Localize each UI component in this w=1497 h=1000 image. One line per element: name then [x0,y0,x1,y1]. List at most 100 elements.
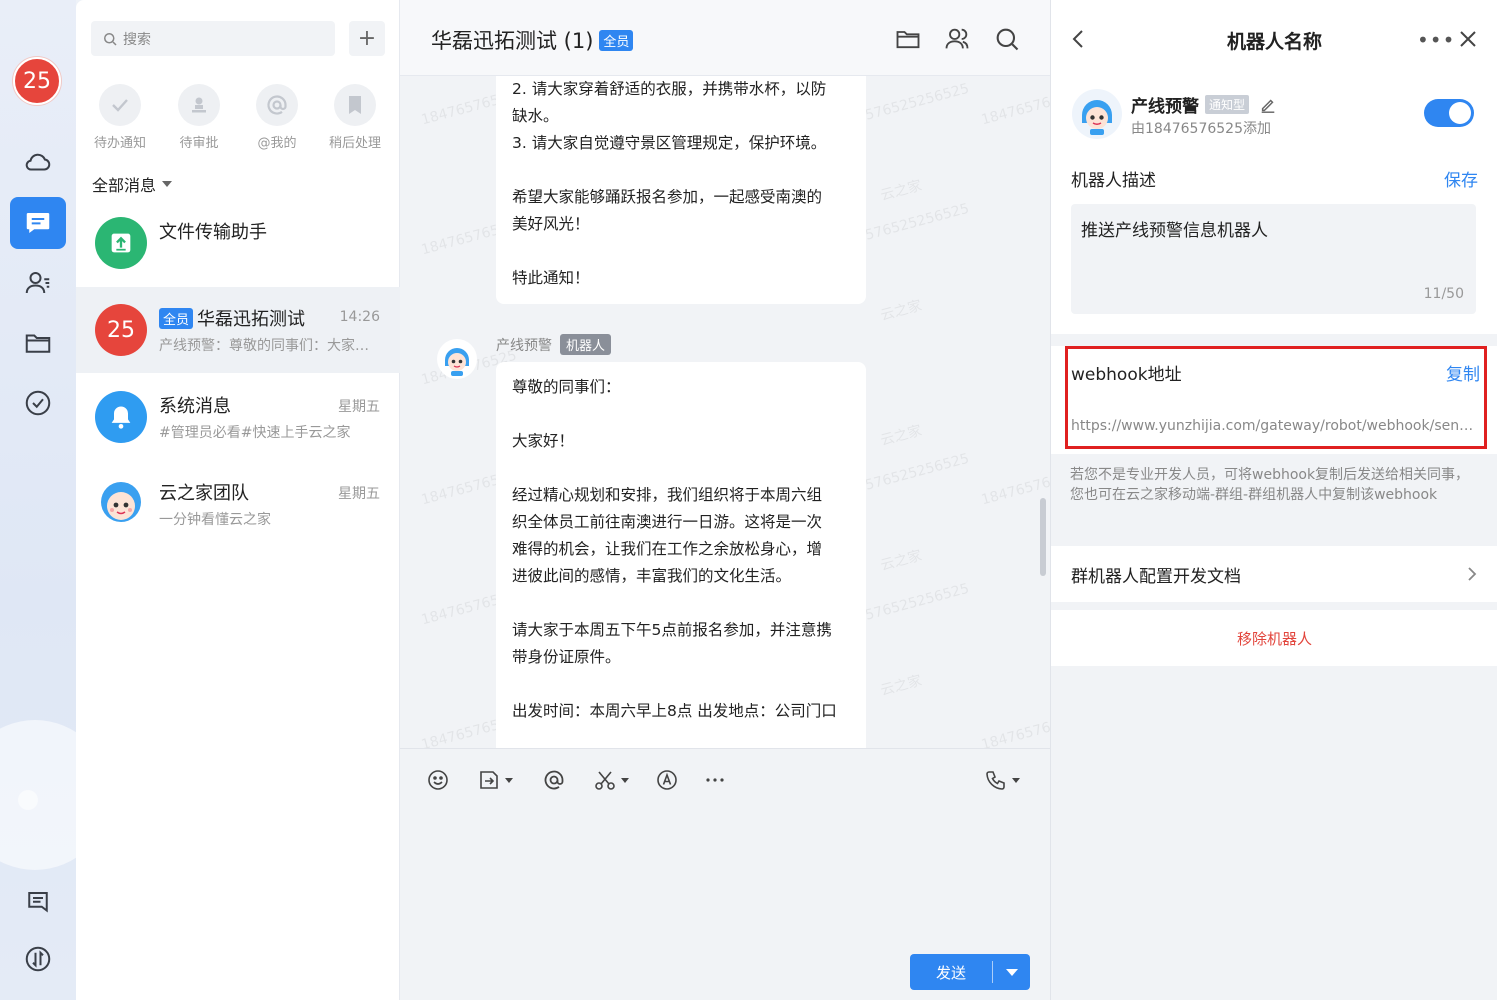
robot-enable-toggle[interactable] [1424,99,1474,127]
caret-down-icon [1005,968,1018,976]
watermark: 云之家 [878,547,924,575]
conversation-item[interactable]: 系统消息 星期五 #管理员必看#快速上手云之家 [76,374,400,460]
message-line: 美好风光！ [512,215,590,233]
message-line: 大家好！ [512,432,575,450]
message-line: 2. 请大家穿着舒适的衣服，并携带水杯，以防 [512,80,827,98]
user-avatar[interactable]: 25 [13,57,61,105]
robot-info-card: 机器人名称 ••• 产线预警 通知型 由18476576525添加 机器人描述 … [1051,0,1497,334]
robot-added-by: 由18476576525添加 [1131,121,1271,137]
check-icon [112,99,128,112]
more-options-button[interactable]: ••• [1417,28,1455,52]
mascot-icon [101,482,141,522]
conversation-preview: #管理员必看#快速上手云之家 [159,425,351,441]
search-icon[interactable] [993,25,1021,53]
add-button[interactable]: + [349,21,385,56]
folder-icon[interactable] [894,25,922,53]
description-label: 机器人描述 [1071,171,1156,191]
conversation-item[interactable]: 云之家团队 星期五 一分钟看懂云之家 [76,461,400,547]
conversation-preview: 产线预警：尊敬的同事们：大家好！经过精心规划和安排 [159,338,377,354]
feedback-nav-button[interactable] [10,877,66,929]
messages-nav-button[interactable] [10,197,66,249]
message-line: 经过精心规划和安排，我们组织将于本周六组 [512,486,823,504]
conversation-title: 云之家团队 [159,483,249,504]
description-text: 推送产线预警信息机器人 [1081,221,1268,241]
quick-todo-label: 待办通知 [93,136,146,151]
robot-name-text: 产线预警 [1131,97,1199,117]
quick-mentions[interactable]: @我的 [247,84,307,151]
conversation-time: 星期五 [338,399,380,415]
save-button[interactable]: 保存 [1444,166,1478,191]
message-line: 特此通知！ [512,269,590,287]
emoji-button[interactable] [426,767,450,793]
more-tools-button[interactable] [703,767,727,793]
remove-robot-label: 移除机器人 [1236,630,1312,648]
tasks-nav-button[interactable] [10,377,66,429]
caret-down-icon [505,777,513,783]
conversation-title: 文件传输助手 [159,222,267,243]
cloud-icon [25,153,51,171]
files-nav-button[interactable] [10,317,66,369]
chat-title: 华磊迅拓测试 (1) 全员 [431,25,637,55]
description-field[interactable]: 推送产线预警信息机器人 11/50 [1071,204,1476,314]
call-button[interactable] [984,767,1020,793]
conversation-title-text: 华磊迅拓测试 [197,309,306,330]
chat-icon [26,213,50,233]
send-button[interactable]: 发送 [910,954,1030,990]
watermark: 云之家 [878,422,924,450]
edit-icon[interactable] [1259,96,1277,114]
search-icon [104,32,117,46]
more-icon [706,778,724,782]
feedback-icon [28,892,48,913]
check-circle-icon [25,390,51,416]
upload-icon [111,233,131,253]
screenshot-button[interactable] [593,767,629,793]
quick-todo[interactable]: 待办通知 [90,84,150,151]
message-composer[interactable]: 发送 [400,748,1050,1000]
message-line: 缺水。 [512,107,559,125]
conversation-time: 14:26 [339,309,380,325]
dev-docs-row[interactable]: 群机器人配置开发文档 [1051,546,1497,602]
quick-later[interactable]: 稍后处理 [325,84,385,151]
folder-icon [25,334,51,353]
robot-avatar[interactable] [436,338,478,380]
quick-approval[interactable]: 待审批 [169,84,229,151]
sync-nav-button[interactable] [10,933,66,985]
conversation-list-panel: 搜索 + 待办通知 待审批 @我的 稍后处理 全部消息 文件传输助手 25 全员… [76,0,400,1000]
message-filter-dropdown[interactable]: 全部消息 [92,172,173,196]
message-line: 出发时间：本周六早上8点 出发地点：公司门口 [512,702,837,720]
dev-docs-label: 群机器人配置开发文档 [1071,567,1241,587]
decor-dot [18,790,38,810]
font-icon [657,770,677,790]
contacts-nav-button[interactable] [10,257,66,309]
cloud-nav-button[interactable] [10,136,66,188]
send-file-button[interactable] [477,767,513,793]
chevron-right-icon [1468,567,1477,581]
conversation-time: 星期五 [338,486,380,502]
message-line: 进彼此间的感情，丰富我们的文化生活。 [512,567,792,585]
scrollbar-thumb[interactable] [1040,498,1046,576]
at-icon [544,770,564,790]
toggle-knob [1449,102,1471,124]
close-icon[interactable] [1457,28,1479,50]
caret-down-icon [1012,777,1020,783]
phone-icon [986,771,1005,790]
text-format-button[interactable] [655,767,679,793]
chat-header: 华磊迅拓测试 (1) 全员 [400,0,1050,76]
conversation-item[interactable]: 文件传输助手 [76,200,400,286]
quick-approval-label: 待审批 [179,136,219,151]
send-options-dropdown[interactable] [993,968,1030,976]
mention-button[interactable] [542,767,566,793]
remove-robot-button[interactable]: 移除机器人 [1051,610,1497,666]
team-avatar [95,478,147,530]
send-label: 发送 [935,963,966,982]
message-line: 请大家于本周五下午5点前报名参加，并注意携 [512,621,832,639]
system-avatar [95,391,147,443]
quick-mentions-label: @我的 [257,136,297,151]
group-avatar: 25 [95,304,147,356]
conversation-item-active[interactable]: 25 全员 华磊迅拓测试 14:26 产线预警：尊敬的同事们：大家好！经过精心规… [76,287,400,373]
file-send-icon [480,771,498,789]
all-members-badge: 全员 [599,29,634,51]
message-line: 难得的机会，让我们在工作之余放松身心，增 [512,540,823,558]
members-icon[interactable] [943,25,971,53]
search-input[interactable]: 搜索 [91,21,335,56]
